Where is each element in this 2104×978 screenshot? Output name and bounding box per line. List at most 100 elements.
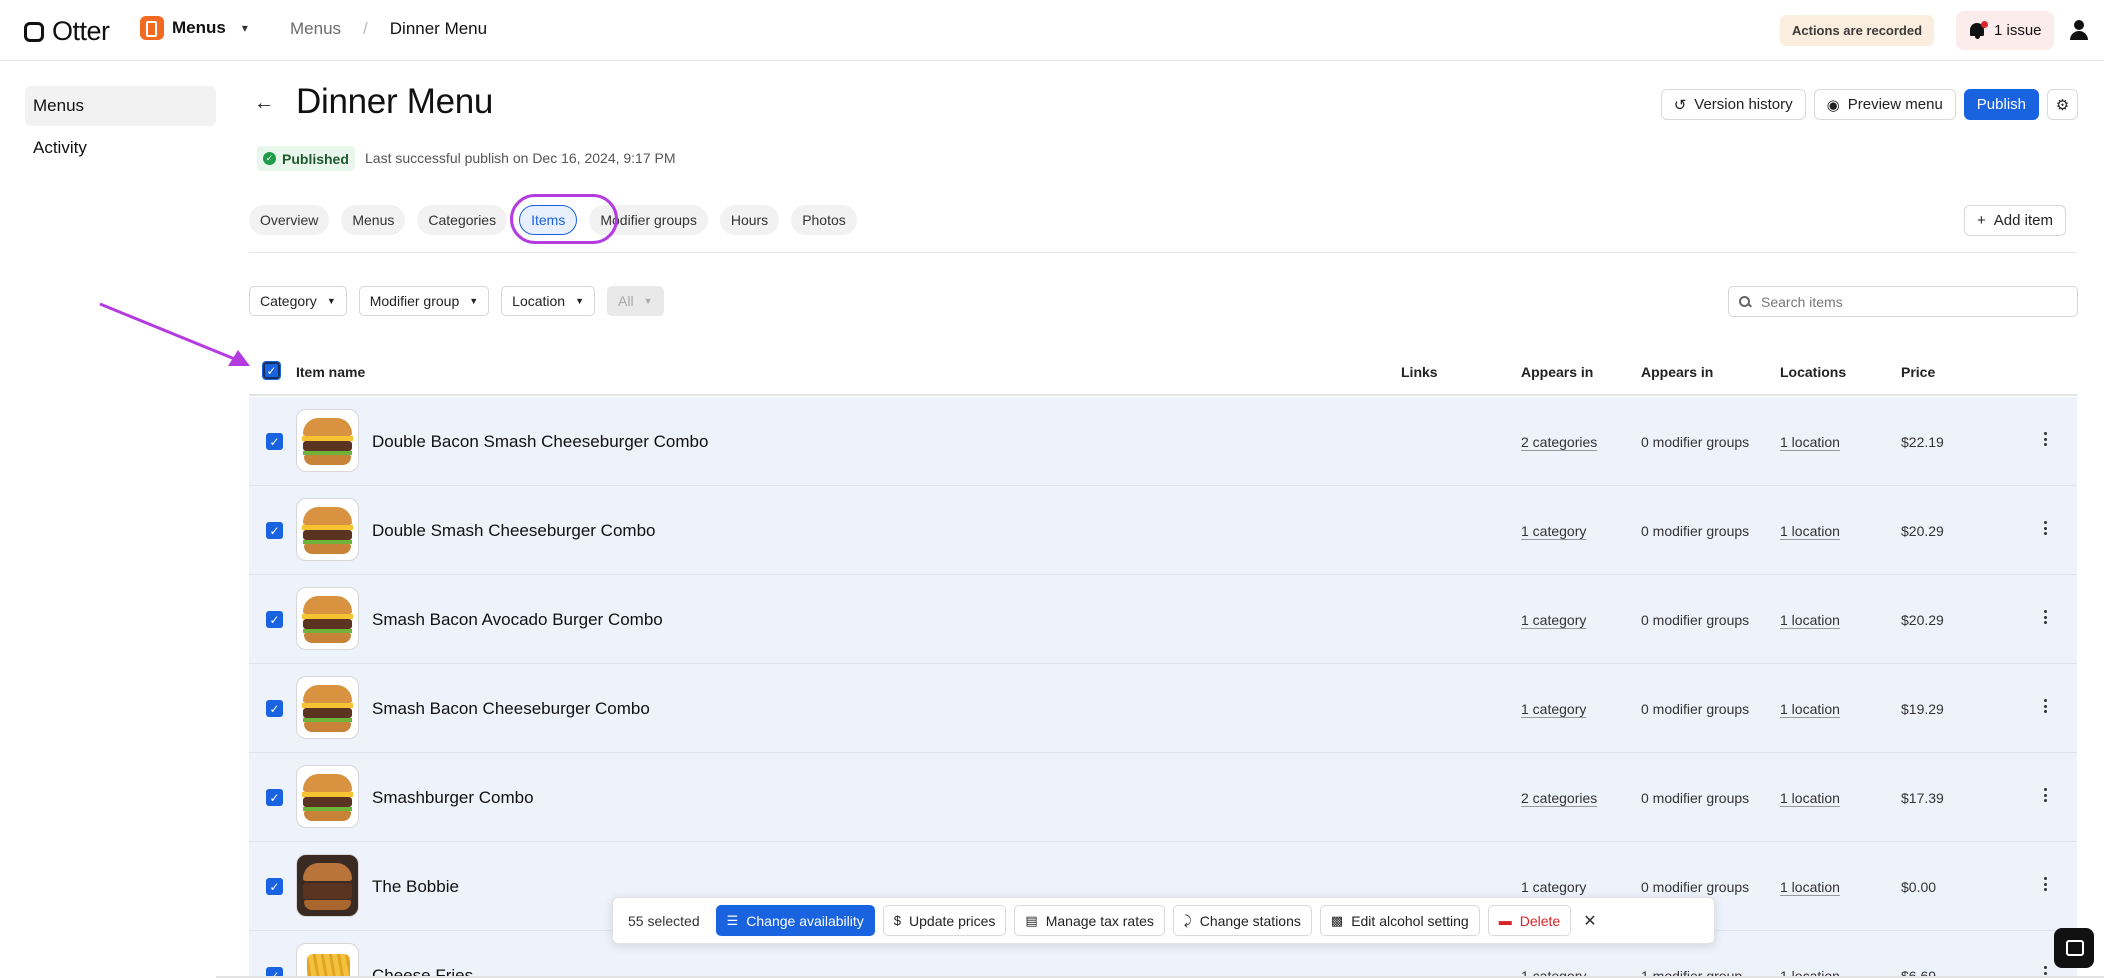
user-account-icon[interactable]	[2068, 20, 2090, 42]
app-switcher[interactable]: Menus ▾	[140, 16, 248, 40]
item-name[interactable]: Double Smash Cheeseburger Combo	[372, 486, 656, 575]
item-modifier-groups: 0 modifier groups	[1641, 700, 1750, 717]
category-filter[interactable]: Category ▼	[249, 286, 347, 316]
eye-icon: ◉	[1826, 96, 1840, 114]
item-locations-link[interactable]: 1 location	[1780, 931, 1840, 978]
delete-button[interactable]: ▬ Delete	[1487, 905, 1572, 936]
item-locations-link[interactable]: 1 location	[1780, 575, 1840, 664]
item-locations-link[interactable]: 1 location	[1780, 664, 1840, 753]
close-icon[interactable]: ✕	[1583, 911, 1596, 931]
arrow-annotation-icon	[99, 302, 250, 366]
tab-modifier-groups[interactable]: Modifier groups	[589, 205, 708, 235]
caret-down-icon: ▼	[643, 296, 653, 306]
row-checkbox[interactable]: ✓	[266, 611, 283, 628]
edit-alcohol-setting-button[interactable]: ▩ Edit alcohol setting	[1319, 905, 1480, 936]
publish-button[interactable]: Publish	[1963, 89, 2039, 120]
item-price: $19.29	[1901, 700, 1944, 717]
checklist-icon: ☰	[726, 912, 739, 928]
item-photo	[296, 587, 359, 650]
item-locations-link[interactable]: 1 location	[1780, 753, 1840, 842]
row-checkbox[interactable]: ✓	[266, 878, 283, 895]
item-name[interactable]: Smash Bacon Cheeseburger Combo	[372, 664, 650, 753]
item-photo	[296, 676, 359, 739]
breadcrumb-menus-link[interactable]: Menus	[290, 19, 341, 39]
change-stations-button[interactable]: ⤸ Change stations	[1172, 905, 1312, 936]
sidebar-item-menus[interactable]: Menus	[25, 86, 216, 126]
manage-tax-rates-button[interactable]: ▤ Manage tax rates	[1014, 905, 1165, 936]
menus-app-icon	[140, 16, 164, 40]
select-all-checkbox[interactable]: ✓	[262, 361, 281, 380]
table-row[interactable]: ✓ Double Smash Cheeseburger Combo 1 cate…	[249, 486, 2077, 575]
item-name[interactable]: The Bobbie	[372, 842, 459, 931]
more-options-icon[interactable]	[2044, 699, 2048, 713]
item-locations-link[interactable]: 1 location	[1780, 486, 1840, 575]
tab-overview[interactable]: Overview	[249, 205, 330, 235]
edit-alcohol-setting-label: Edit alcohol setting	[1351, 912, 1469, 929]
item-categories-link[interactable]: 2 categories	[1521, 397, 1597, 486]
item-price: $6.69	[1901, 967, 1937, 978]
tab-items[interactable]: Items	[519, 205, 578, 235]
more-options-icon[interactable]	[2044, 610, 2048, 624]
brand-name: Otter	[52, 16, 110, 46]
tab-menus[interactable]: Menus	[341, 205, 406, 235]
tabs-divider	[249, 252, 2077, 253]
row-checkbox[interactable]: ✓	[266, 789, 283, 806]
settings-button[interactable]: ⚙	[2047, 89, 2078, 120]
item-locations-link[interactable]: 1 location	[1780, 397, 1840, 486]
more-options-icon[interactable]	[2044, 432, 2048, 446]
tab-photos[interactable]: Photos	[791, 205, 857, 235]
breadcrumb: Menus / Dinner Menu	[290, 19, 487, 39]
sidebar-item-activity[interactable]: Activity	[25, 128, 216, 168]
search-input[interactable]	[1761, 293, 2061, 310]
item-name[interactable]: Double Bacon Smash Cheeseburger Combo	[372, 397, 708, 486]
tab-categories[interactable]: Categories	[417, 205, 508, 235]
otter-logo[interactable]: Otter	[24, 16, 110, 47]
item-categories-link[interactable]: 2 categories	[1521, 753, 1597, 842]
table-row[interactable]: ✓ Smash Bacon Avocado Burger Combo 1 cat…	[249, 575, 2077, 664]
change-availability-label: Change availability	[746, 912, 864, 929]
item-modifier-groups: 0 modifier groups	[1641, 433, 1750, 450]
header-actions: ↺ Version history ◉ Preview menu Publish…	[1660, 89, 2078, 120]
tab-hours[interactable]: Hours	[719, 205, 780, 235]
add-item-button[interactable]: + Add item	[1964, 205, 2066, 236]
row-checkbox[interactable]: ✓	[266, 700, 283, 717]
modifier-group-filter[interactable]: Modifier group ▼	[358, 286, 490, 316]
alcohol-icon: ▩	[1330, 912, 1344, 928]
page-title: Dinner Menu	[296, 82, 494, 121]
issues-label: 1 issue	[1994, 22, 2042, 39]
location-filter-label: Location	[512, 293, 566, 309]
table-row[interactable]: ✓ Double Bacon Smash Cheeseburger Combo …	[249, 397, 2077, 486]
caret-down-icon: ▼	[469, 296, 479, 306]
row-checkbox[interactable]: ✓	[266, 522, 283, 539]
change-availability-button[interactable]: ☰ Change availability	[715, 905, 875, 936]
item-name[interactable]: Cheese Fries	[372, 931, 473, 978]
issues-button[interactable]: 1 issue	[1956, 11, 2054, 50]
location-filter[interactable]: Location ▼	[501, 286, 596, 316]
item-categories-link[interactable]: 1 category	[1521, 664, 1586, 753]
preview-menu-button[interactable]: ◉ Preview menu	[1813, 89, 1956, 120]
more-options-icon[interactable]	[2044, 788, 2048, 802]
item-locations-link[interactable]: 1 location	[1780, 842, 1840, 931]
item-name[interactable]: Smash Bacon Avocado Burger Combo	[372, 575, 663, 664]
version-history-button[interactable]: ↺ Version history	[1660, 89, 1806, 120]
column-price[interactable]: Price	[1901, 364, 1935, 380]
item-categories-link[interactable]: 1 category	[1521, 486, 1586, 575]
more-options-icon[interactable]	[2044, 877, 2048, 891]
table-row[interactable]: ✓ Smash Bacon Cheeseburger Combo 1 categ…	[249, 664, 2077, 753]
item-name[interactable]: Smashburger Combo	[372, 753, 534, 842]
column-links: Links	[1401, 364, 1438, 380]
table-row[interactable]: ✓ Smashburger Combo 2 categories 0 modif…	[249, 753, 2077, 842]
breadcrumb-current: Dinner Menu	[389, 19, 488, 38]
update-prices-button[interactable]: $ Update prices	[882, 905, 1007, 936]
branch-icon: ⤸	[1183, 912, 1192, 928]
column-item-name[interactable]: Item name	[296, 364, 365, 380]
back-arrow-icon[interactable]: ←	[254, 92, 274, 115]
more-options-icon[interactable]	[2044, 521, 2048, 535]
change-stations-label: Change stations	[1199, 912, 1301, 929]
item-categories-link[interactable]: 1 category	[1521, 575, 1586, 664]
item-photo	[296, 943, 359, 978]
item-table-body: ✓ Double Bacon Smash Cheeseburger Combo …	[249, 397, 2077, 978]
row-checkbox[interactable]: ✓	[266, 433, 283, 450]
app-switcher-label: Menus	[172, 18, 226, 37]
chat-support-icon[interactable]	[2054, 928, 2094, 968]
